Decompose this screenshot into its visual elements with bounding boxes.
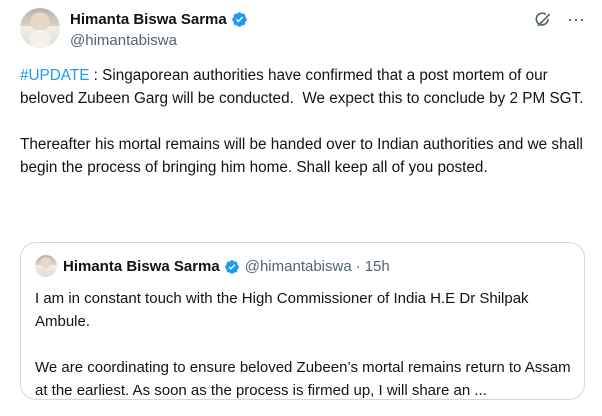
grok-icon[interactable] (533, 10, 553, 30)
display-name[interactable]: Himanta Biswa Sarma (70, 11, 227, 28)
name-row: Himanta Biswa Sarma (70, 10, 248, 28)
quoted-display-name[interactable]: Himanta Biswa Sarma (63, 258, 220, 275)
separator-dot: · (355, 258, 361, 275)
verified-badge-icon (231, 11, 248, 28)
tweet[interactable]: Himanta Biswa Sarma @himantabiswa ⋯ #UPD… (0, 0, 602, 416)
more-icon[interactable]: ⋯ (567, 11, 586, 29)
handle[interactable]: @himantabiswa (70, 32, 248, 49)
tweet-text: #UPDATE : Singaporean authorities have c… (20, 64, 590, 179)
quoted-timestamp[interactable]: 15h (365, 258, 390, 275)
verified-badge-icon (224, 259, 240, 275)
header-actions: ⋯ (533, 10, 586, 30)
hashtag-link[interactable]: #UPDATE (20, 67, 89, 84)
quoted-tweet[interactable]: Himanta Biswa Sarma @himantabiswa · 15h … (20, 242, 585, 400)
quoted-handle[interactable]: @himantabiswa (245, 258, 352, 275)
user-info: Himanta Biswa Sarma @himantabiswa (70, 10, 248, 49)
quoted-avatar[interactable] (35, 255, 57, 277)
tweet-body: : Singaporean authorities have confirmed… (20, 67, 584, 176)
quoted-header: Himanta Biswa Sarma @himantabiswa · 15h (63, 258, 390, 275)
avatar[interactable] (20, 8, 60, 48)
quoted-tweet-text: I am in constant touch with the High Com… (35, 290, 571, 399)
